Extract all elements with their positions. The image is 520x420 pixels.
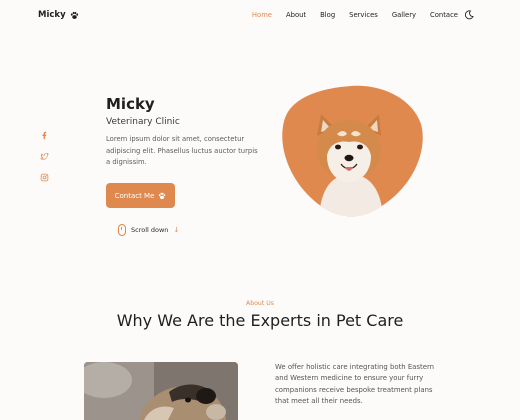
paw-icon — [70, 11, 78, 19]
brand-name: Micky — [38, 10, 66, 20]
arrow-down-icon: ↓ — [173, 226, 180, 234]
twitter-icon[interactable] — [39, 146, 49, 160]
nav-item-home[interactable]: Home — [252, 11, 272, 19]
nav-item-blog[interactable]: Blog — [320, 11, 335, 19]
about-title: Why We Are the Experts in Pet Care — [116, 311, 404, 330]
contact-me-button[interactable]: Contact Me — [106, 183, 175, 208]
hero-dog-image — [282, 85, 423, 217]
nav-item-contact[interactable]: Contace — [430, 11, 458, 19]
nav-item-gallery[interactable]: Gallery — [392, 11, 416, 19]
instagram-icon[interactable] — [40, 167, 49, 182]
scroll-down-link[interactable]: Scroll down ↓ — [118, 224, 179, 236]
nav-item-about[interactable]: About — [286, 11, 306, 19]
moon-icon[interactable] — [464, 10, 474, 20]
hero-subtitle: Veterinary Clinic — [106, 117, 180, 127]
scroll-down-label: Scroll down — [131, 226, 169, 234]
about-dog-image — [84, 362, 238, 420]
nav-item-services[interactable]: Services — [349, 11, 378, 19]
top-navbar: Micky Home About Blog Services Gallery C… — [0, 0, 520, 32]
brand-logo[interactable]: Micky — [38, 10, 79, 20]
hero-description: Lorem ipsum dolor sit amet, consectetur … — [106, 135, 258, 166]
about-description: We offer holistic care integrating both … — [275, 363, 435, 405]
nav-menu: Home About Blog Services Gallery Contace — [252, 11, 458, 19]
paw-icon — [159, 192, 166, 199]
mouse-icon — [118, 224, 126, 236]
contact-me-label: Contact Me — [114, 191, 155, 200]
social-links — [39, 125, 49, 182]
facebook-icon[interactable] — [40, 125, 49, 140]
about-eyebrow: About Us — [245, 300, 274, 307]
hero-title: Micky — [106, 95, 155, 113]
